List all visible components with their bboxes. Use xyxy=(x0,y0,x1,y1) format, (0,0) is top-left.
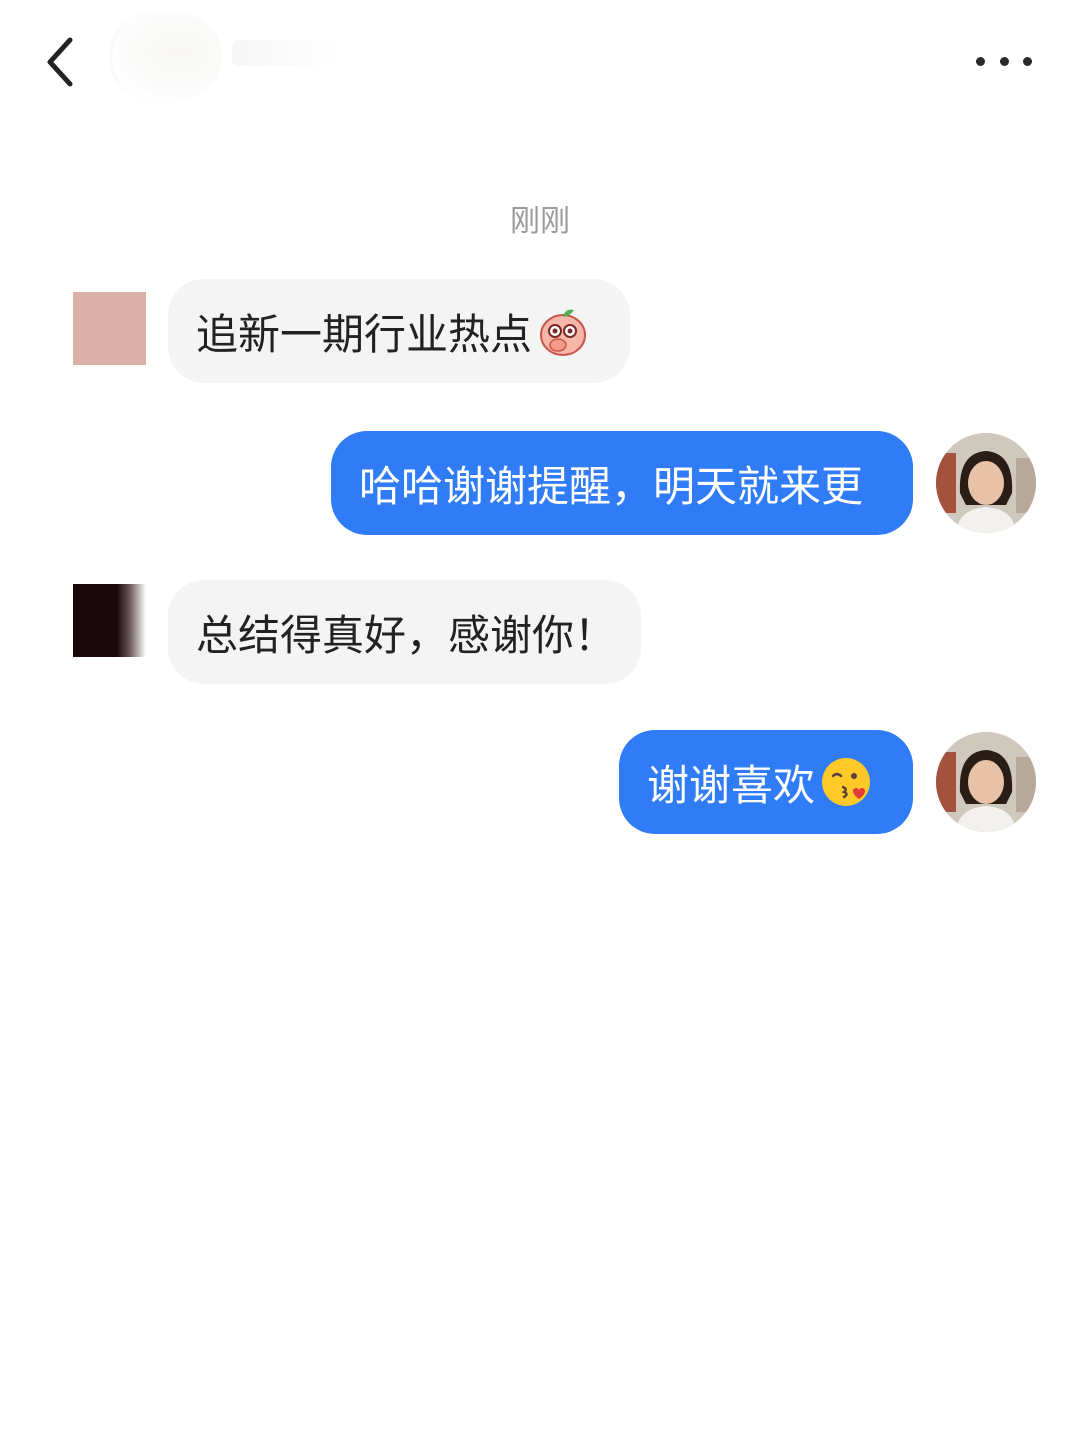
message-text: 总结得真好，感谢你！ xyxy=(196,610,617,660)
face-blowing-kiss-emoji xyxy=(822,758,871,806)
chat-header xyxy=(0,0,1080,130)
incoming-message-bubble[interactable]: 总结得真好，感谢你！ xyxy=(168,580,641,684)
message-text: 谢谢喜欢 xyxy=(647,760,816,810)
my-avatar[interactable] xyxy=(936,433,1036,533)
contact-name[interactable] xyxy=(232,40,342,66)
more-options-button[interactable] xyxy=(976,44,1032,78)
message-text: 哈哈谢谢提醒，明天就来更 xyxy=(359,461,864,511)
message-timestamp: 刚刚 xyxy=(510,204,570,239)
my-avatar[interactable] xyxy=(936,732,1036,832)
outgoing-message-bubble[interactable]: 谢谢喜欢 xyxy=(619,730,913,834)
more-horizontal-icon xyxy=(976,56,985,66)
sender-avatar[interactable] xyxy=(73,292,146,365)
sender-avatar[interactable] xyxy=(73,584,146,657)
back-button[interactable] xyxy=(36,30,92,94)
avatar-photo xyxy=(936,732,1036,832)
chevron-left-icon xyxy=(47,37,73,87)
outgoing-message-bubble[interactable]: 哈哈谢谢提醒，明天就来更 xyxy=(331,431,913,535)
avatar-photo xyxy=(936,433,1036,533)
incoming-message-bubble[interactable]: 追新一期行业热点 xyxy=(168,279,630,383)
peach-face-emoji xyxy=(540,309,587,356)
message-text: 追新一期行业热点 xyxy=(196,309,533,359)
contact-avatar[interactable] xyxy=(112,12,222,102)
